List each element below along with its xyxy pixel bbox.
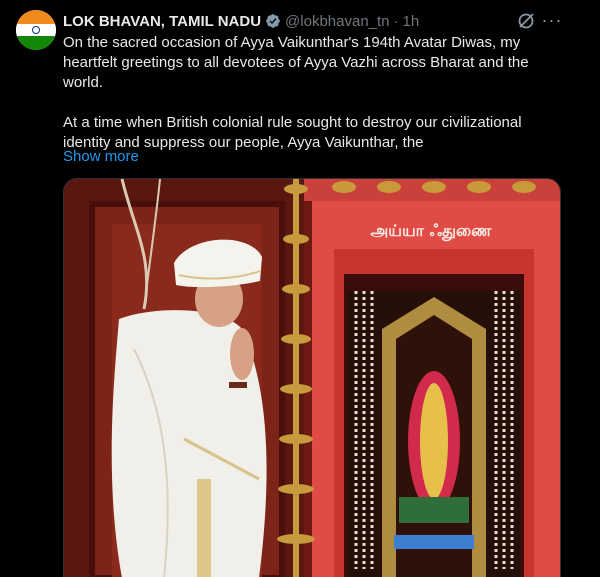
tweet[interactable]: LOK BHAVAN, TAMIL NADU @lokbhavan_tn · 1… bbox=[0, 0, 600, 577]
temple-sign-text: அய்யா ஃதுணை bbox=[370, 221, 492, 241]
tweet-header: LOK BHAVAN, TAMIL NADU @lokbhavan_tn · 1… bbox=[63, 12, 419, 30]
tweet-text: On the sacred occasion of Ayya Vaikuntha… bbox=[63, 33, 543, 153]
post-photo[interactable]: அய்யா ஃதுணை bbox=[63, 178, 561, 577]
post-paragraph-1: On the sacred occasion of Ayya Vaikuntha… bbox=[63, 34, 529, 91]
temple-photo-illustration: அய்யா ஃதுணை bbox=[64, 179, 560, 577]
separator-dot: · bbox=[393, 12, 399, 30]
ashoka-chakra-icon bbox=[32, 26, 40, 34]
post-time[interactable]: 1h bbox=[403, 13, 420, 30]
author-handle[interactable]: @lokbhavan_tn bbox=[285, 13, 389, 30]
more-options-icon[interactable]: ··· bbox=[540, 10, 564, 30]
avatar[interactable] bbox=[16, 10, 56, 50]
author-name[interactable]: LOK BHAVAN, TAMIL NADU bbox=[63, 13, 261, 30]
show-more-link[interactable]: Show more bbox=[63, 147, 139, 167]
flag-saffron-band bbox=[16, 10, 56, 24]
flag-green-band bbox=[16, 36, 56, 50]
grok-icon[interactable] bbox=[516, 11, 536, 31]
verified-badge-icon[interactable] bbox=[265, 13, 281, 29]
